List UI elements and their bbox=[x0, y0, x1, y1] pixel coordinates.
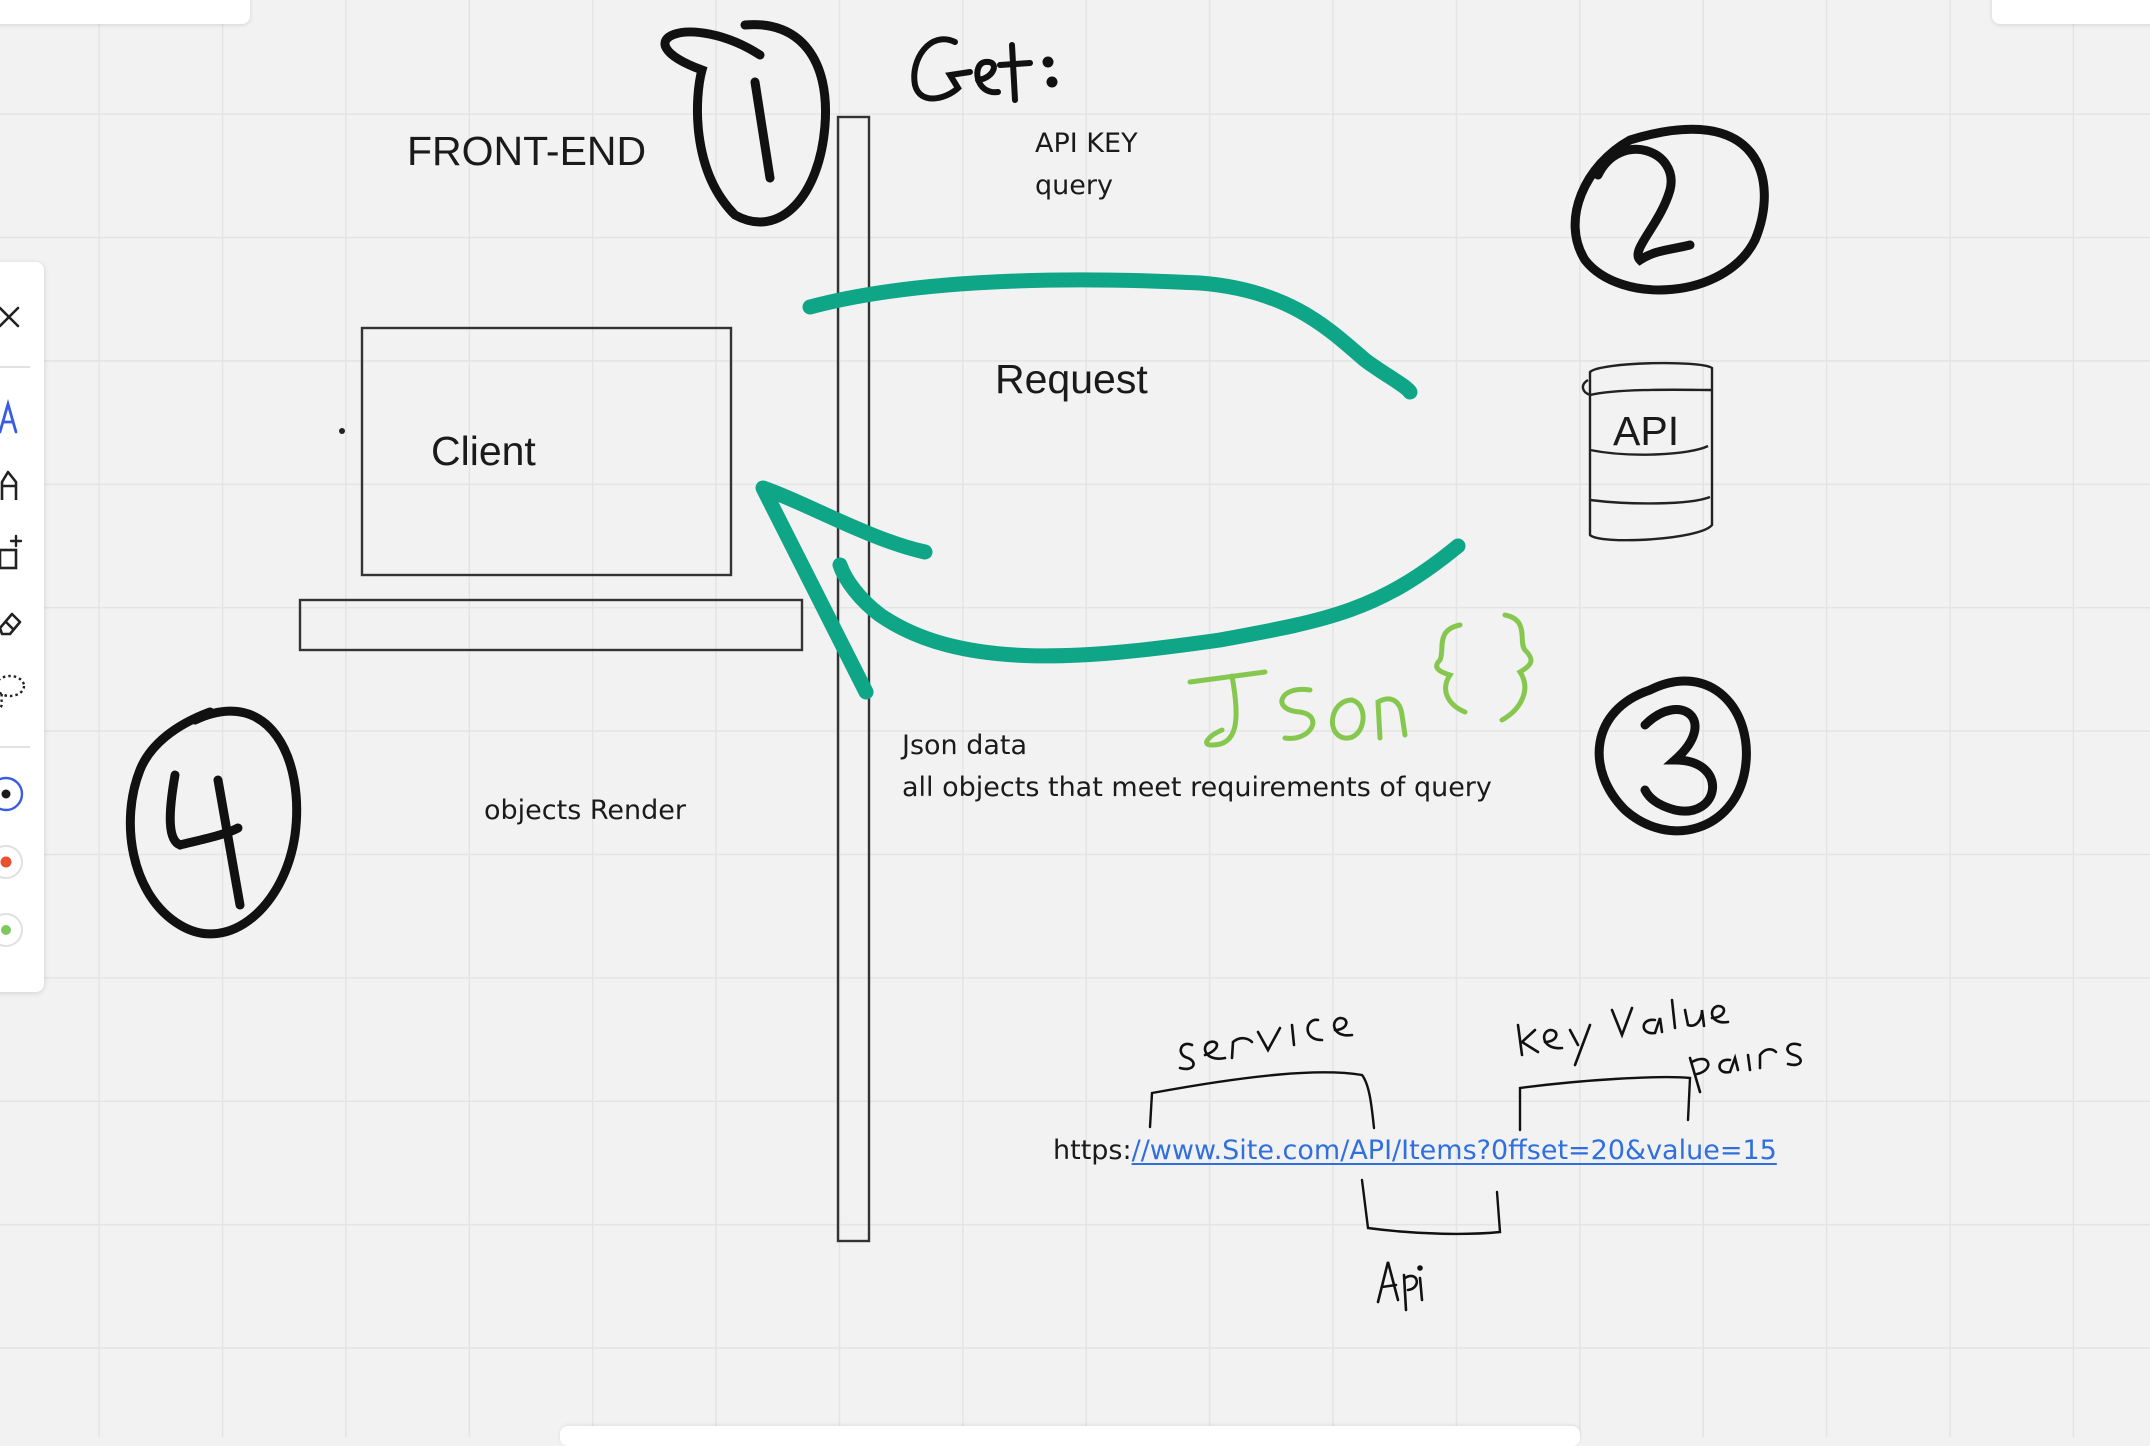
service-handwriting bbox=[1178, 1016, 1354, 1071]
pen-icon bbox=[0, 398, 18, 434]
drawing-layer[interactable] bbox=[0, 0, 2150, 1437]
toolbar-divider bbox=[0, 746, 30, 748]
step-4-circle bbox=[125, 706, 302, 939]
eraser-tool-button[interactable] bbox=[0, 596, 44, 648]
json-notes-line2[interactable]: all objects that meet requirements of qu… bbox=[902, 772, 1492, 803]
api-label[interactable]: API bbox=[1613, 408, 1679, 455]
client-label[interactable]: Client bbox=[431, 428, 536, 475]
api-bracket bbox=[1360, 1178, 1502, 1236]
objects-render-label[interactable]: objects Render bbox=[484, 795, 686, 826]
color-swatch-red[interactable] bbox=[0, 836, 44, 888]
request-label[interactable]: Request bbox=[995, 356, 1148, 403]
url-link[interactable]: //www.Site.com/API/Items?0ffset=20&value… bbox=[1132, 1135, 1777, 1166]
step-3-circle bbox=[1594, 676, 1751, 836]
client-base-box[interactable] bbox=[298, 598, 804, 652]
json-notes-line1[interactable]: Json data bbox=[902, 730, 1027, 761]
client-monitor-box[interactable] bbox=[360, 326, 733, 577]
highlighter-tool-button[interactable] bbox=[0, 460, 44, 512]
drawing-toolbar bbox=[0, 262, 44, 992]
close-toolbar-button[interactable] bbox=[0, 292, 44, 344]
small-dot bbox=[339, 428, 345, 434]
url-text[interactable]: https://www.Site.com/API/Items?0ffset=20… bbox=[1053, 1135, 1777, 1166]
highlighter-icon bbox=[0, 470, 18, 500]
key-value-handwriting bbox=[1516, 998, 1730, 1067]
step-2-circle bbox=[1570, 124, 1769, 295]
service-bracket bbox=[1148, 1071, 1376, 1130]
url-prefix: https: bbox=[1053, 1135, 1132, 1166]
shape-tool-button[interactable] bbox=[0, 528, 44, 580]
bottom-toolbar[interactable] bbox=[560, 1426, 1580, 1446]
lasso-icon bbox=[0, 674, 26, 709]
color-swatch-green[interactable] bbox=[0, 904, 44, 956]
get-handwriting bbox=[911, 36, 1058, 103]
response-arrowhead[interactable] bbox=[755, 480, 933, 700]
green-dot-icon bbox=[0, 913, 23, 947]
close-icon bbox=[0, 306, 20, 328]
pairs-handwriting bbox=[1688, 1042, 1802, 1094]
toolbar-divider bbox=[0, 366, 30, 368]
step-1-circle bbox=[660, 20, 831, 227]
response-arrow[interactable] bbox=[832, 538, 1466, 664]
eraser-icon bbox=[0, 612, 22, 636]
color-swatch-black[interactable] bbox=[0, 768, 44, 820]
shape-plus-icon bbox=[0, 534, 23, 570]
key-value-bracket bbox=[1518, 1075, 1692, 1132]
get-notes-line2[interactable]: query bbox=[1035, 170, 1113, 201]
pen-tool-button[interactable] bbox=[0, 392, 44, 444]
selected-color-ring-icon bbox=[0, 776, 24, 812]
get-notes-line1[interactable]: API KEY bbox=[1035, 128, 1138, 159]
front-end-label[interactable]: FRONT-END bbox=[407, 128, 646, 175]
red-dot-icon bbox=[0, 845, 23, 879]
lasso-tool-button[interactable] bbox=[0, 664, 44, 716]
api-handwriting bbox=[1376, 1261, 1424, 1312]
